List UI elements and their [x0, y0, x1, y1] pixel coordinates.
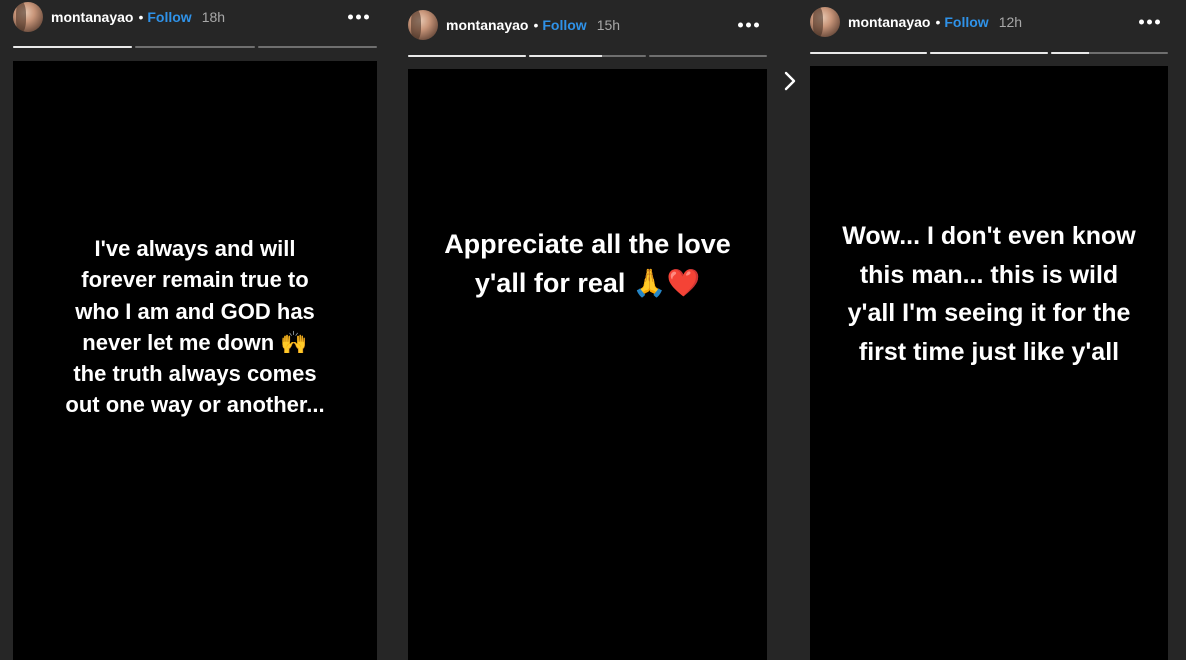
avatar[interactable]	[13, 2, 43, 32]
story-panel-3: montanayao • Follow 12h Wow... I don't e…	[810, 0, 1168, 660]
story-text: I've always and will forever remain true…	[65, 236, 325, 418]
username[interactable]: montanayao	[848, 14, 930, 30]
progress-segment	[257, 46, 377, 48]
story-content[interactable]: I've always and will forever remain true…	[13, 61, 377, 660]
story-progress-bar	[408, 55, 768, 57]
separator-dot: •	[533, 17, 539, 33]
story-header: montanayao • Follow 18h	[13, 0, 377, 37]
story-text: Appreciate all the love y'all for real 🙏…	[444, 229, 731, 298]
progress-segment	[810, 52, 928, 54]
story-progress-bar	[13, 46, 377, 48]
story-header: montanayao • Follow 12h	[810, 2, 1168, 42]
story-content[interactable]: Appreciate all the love y'all for real 🙏…	[408, 69, 767, 660]
timestamp: 12h	[998, 14, 1023, 30]
more-options-icon[interactable]	[738, 22, 759, 28]
chevron-right-icon[interactable]	[779, 68, 801, 94]
progress-segment	[135, 46, 255, 48]
progress-segment	[649, 55, 768, 57]
timestamp: 15h	[596, 17, 621, 33]
story-header: montanayao • Follow 15h	[408, 5, 767, 45]
username[interactable]: montanayao	[446, 17, 528, 33]
story-panel-1: montanayao • Follow 18h I've always and …	[13, 0, 377, 660]
progress-segment	[408, 55, 526, 57]
story-text: Wow... I don't even know this man... thi…	[842, 222, 1136, 366]
follow-button[interactable]: Follow	[147, 9, 191, 25]
progress-segment	[528, 55, 647, 57]
progress-segment	[13, 46, 133, 48]
progress-segment	[1050, 52, 1168, 54]
timestamp: 18h	[201, 9, 226, 25]
avatar[interactable]	[810, 7, 840, 37]
story-panel-2: montanayao • Follow 15h Appreciate all t…	[408, 0, 768, 660]
story-content[interactable]: Wow... I don't even know this man... thi…	[810, 66, 1168, 660]
more-options-icon[interactable]	[1139, 19, 1160, 25]
more-options-icon[interactable]	[348, 14, 369, 20]
separator-dot: •	[935, 14, 941, 30]
follow-button[interactable]: Follow	[944, 14, 988, 30]
follow-button[interactable]: Follow	[542, 17, 586, 33]
avatar[interactable]	[408, 10, 438, 40]
story-progress-bar	[810, 52, 1168, 54]
separator-dot: •	[138, 9, 144, 25]
username[interactable]: montanayao	[51, 9, 133, 25]
progress-segment	[930, 52, 1048, 54]
